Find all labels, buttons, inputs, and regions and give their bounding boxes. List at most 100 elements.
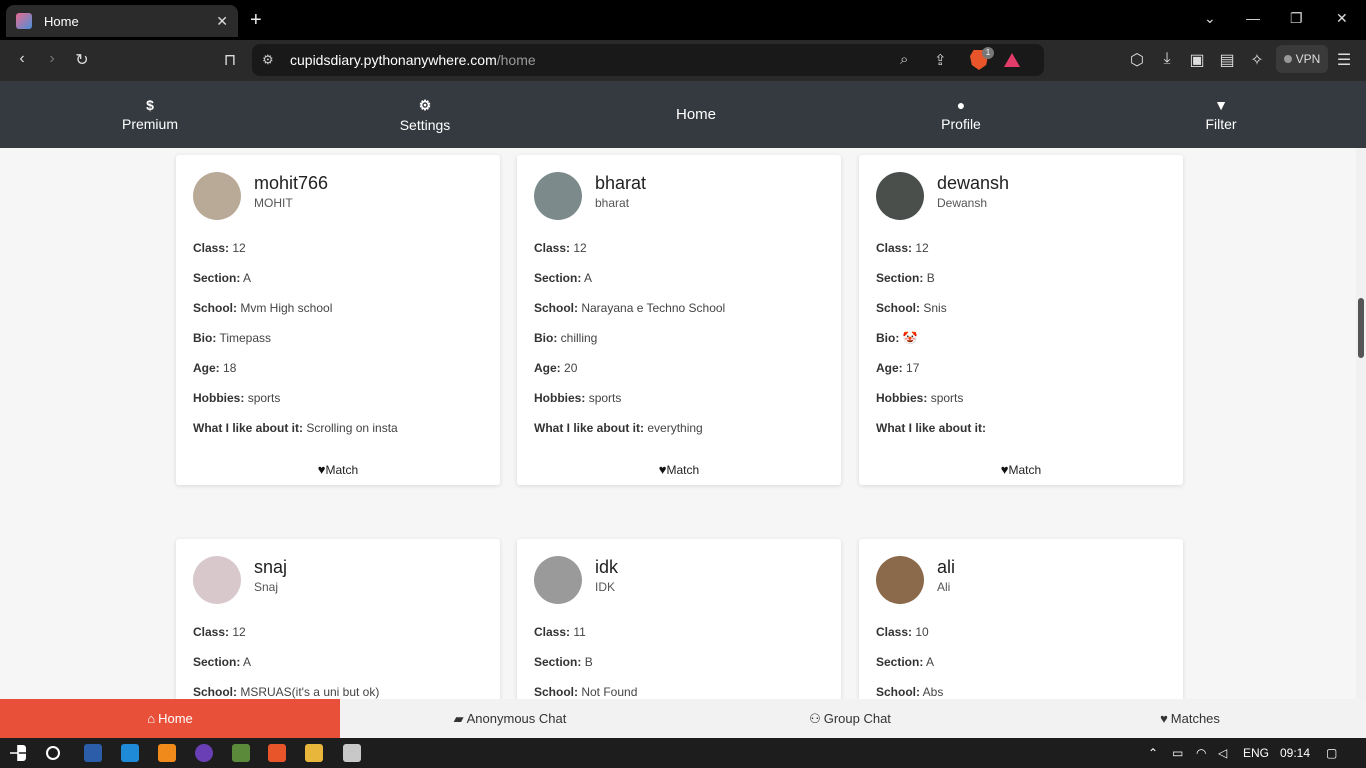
field-school: School: Abs [876, 685, 944, 699]
back-icon[interactable]: ‹ [12, 50, 32, 68]
heart-match-icon: ♥ [1160, 711, 1168, 726]
reload-icon[interactable]: ↻ [72, 50, 92, 70]
field-like: What I like about it: [876, 421, 986, 435]
profile-username: snaj [254, 557, 288, 577]
field-bio: Bio: chilling [534, 331, 598, 345]
match-button[interactable]: ♥Match [517, 462, 841, 477]
profile-username: bharat [595, 173, 647, 193]
nav-settings-label: Settings [399, 116, 451, 133]
profile-name: Dewansh [937, 196, 988, 210]
vlc-icon[interactable] [158, 744, 176, 762]
nav-profile-label: Profile [941, 116, 981, 132]
forward-icon[interactable]: › [42, 50, 62, 68]
menu-icon[interactable]: ☰ [1334, 50, 1354, 70]
powershell-icon[interactable] [84, 744, 102, 762]
notifications-icon[interactable]: ▢ [1326, 746, 1337, 760]
profile-card: bharat bharat Class: 12 Section: A Schoo… [517, 155, 841, 485]
bottom-nav-group-chat-label: Group Chat [823, 711, 891, 726]
bottom-nav-group-chat[interactable]: ⚇ Group Chat [680, 699, 1020, 738]
bottom-nav-home[interactable]: ⌂ Home [0, 699, 340, 738]
tab-list-chevron-icon[interactable]: ⌄ [1204, 10, 1216, 27]
field-class: Class: 10 [876, 625, 929, 639]
search-icon[interactable] [46, 746, 60, 760]
restore-icon[interactable]: ❐ [1290, 10, 1303, 27]
user-icon: ● [956, 97, 966, 113]
profile-username: ali [937, 557, 956, 577]
vpn-status-icon [1283, 55, 1292, 63]
bottom-nav-home-label: Home [158, 711, 193, 726]
browser-toolbar: ‹ › ↻ ⊓ ⚙ cupidsdiary.pythonanywhere.com… [0, 40, 1366, 81]
brave-taskbar-icon[interactable] [268, 744, 286, 762]
new-tab-icon[interactable]: + [250, 9, 262, 32]
field-class: Class: 11 [534, 625, 586, 639]
profile-feed[interactable]: mohit766 MOHIT Class: 12 Section: A Scho… [0, 148, 1356, 699]
close-tab-icon[interactable]: ✕ [216, 13, 228, 30]
profile-card: dewansh Dewansh Class: 12 Section: B Sch… [859, 155, 1183, 485]
avatar [534, 556, 582, 604]
profile-username: idk [595, 557, 619, 577]
match-button[interactable]: ♥Match [176, 462, 500, 477]
volume-icon[interactable]: ◁ [1218, 746, 1227, 760]
scrollbar-thumb[interactable] [1358, 298, 1364, 358]
windows-start-icon[interactable] [10, 745, 26, 761]
profile-card: mohit766 MOHIT Class: 12 Section: A Scho… [176, 155, 500, 485]
nav-profile[interactable]: ● Profile [921, 81, 1001, 148]
field-class: Class: 12 [534, 241, 587, 255]
field-section: Section: A [193, 271, 252, 285]
page-scrollbar[interactable] [1356, 148, 1366, 699]
field-section: Section: B [534, 655, 593, 669]
language-indicator[interactable]: ENG [1243, 746, 1269, 760]
field-section: Section: A [534, 271, 593, 285]
address-bar[interactable]: ⚙ cupidsdiary.pythonanywhere.com/home ⌕ … [252, 44, 1044, 76]
tray-chevron-icon[interactable]: ⌃ [1148, 746, 1158, 760]
nav-filter[interactable]: ▼ Filter [1181, 81, 1261, 148]
users-icon: ⚇ [809, 710, 821, 726]
shield-count-badge: 1 [982, 47, 994, 59]
minecraft-icon[interactable] [232, 744, 250, 762]
bookmark-icon[interactable]: ⊓ [220, 50, 240, 70]
profile-card: ali Ali Class: 10 Section: A School: Abs [859, 539, 1183, 699]
zoom-icon[interactable]: ⌕ [900, 51, 908, 68]
field-age: Age: 20 [534, 361, 578, 375]
browser-tab-strip: Home ✕ + ⌄ — ❐ ✕ [0, 0, 1366, 40]
file-explorer-icon[interactable] [305, 744, 323, 762]
field-section: Section: A [876, 655, 935, 669]
field-like: What I like about it: Scrolling on insta [193, 421, 398, 435]
minimize-icon[interactable]: — [1246, 10, 1260, 26]
close-window-icon[interactable]: ✕ [1336, 10, 1348, 27]
bottom-nav-anon-chat-label: Anonymous Chat [466, 711, 567, 726]
url-text: cupidsdiary.pythonanywhere.com/home [290, 52, 536, 68]
wallet-icon[interactable]: ▤ [1217, 50, 1237, 70]
leo-ai-icon[interactable]: ✧ [1247, 50, 1267, 70]
database-icon[interactable] [343, 744, 361, 762]
vscode-icon[interactable] [121, 744, 139, 762]
field-school: School: Snis [876, 301, 947, 315]
wifi-icon[interactable]: ◠ [1196, 746, 1206, 760]
battery-icon[interactable]: ▭ [1172, 746, 1183, 760]
extensions-icon[interactable]: ⬡ [1127, 50, 1147, 70]
github-desktop-icon[interactable] [195, 744, 213, 762]
vpn-button[interactable]: VPN [1276, 45, 1328, 73]
nav-home[interactable]: Home [656, 81, 736, 148]
browser-tab[interactable]: Home ✕ [6, 5, 238, 37]
match-button[interactable]: ♥Match [859, 462, 1183, 477]
field-bio: Bio: 🤡 [876, 331, 918, 345]
profile-username: dewansh [937, 173, 1010, 193]
bottom-nav-matches[interactable]: ♥ Matches [1020, 699, 1360, 738]
sidebar-icon[interactable]: ▣ [1187, 50, 1207, 70]
field-section: Section: A [193, 655, 252, 669]
nav-premium[interactable]: $ Premium [110, 81, 190, 148]
avatar [193, 172, 241, 220]
nav-home-label: Home [675, 106, 716, 123]
bottom-nav-anon-chat[interactable]: ▰ Anonymous Chat [340, 699, 680, 738]
clock[interactable]: 09:14 [1280, 746, 1310, 760]
brave-rewards-icon[interactable] [1004, 53, 1020, 67]
field-school: School: MSRUAS(it's a uni but ok) [193, 685, 380, 699]
site-info-icon[interactable]: ⚙ [262, 52, 274, 68]
avatar [193, 556, 241, 604]
field-school: School: Mvm High school [193, 301, 333, 315]
field-hobbies: Hobbies: sports [534, 391, 622, 405]
download-icon[interactable]: ⤓ [1157, 50, 1177, 68]
share-icon[interactable]: ⇪ [934, 51, 947, 69]
nav-settings[interactable]: ⚙ Settings [385, 81, 465, 148]
